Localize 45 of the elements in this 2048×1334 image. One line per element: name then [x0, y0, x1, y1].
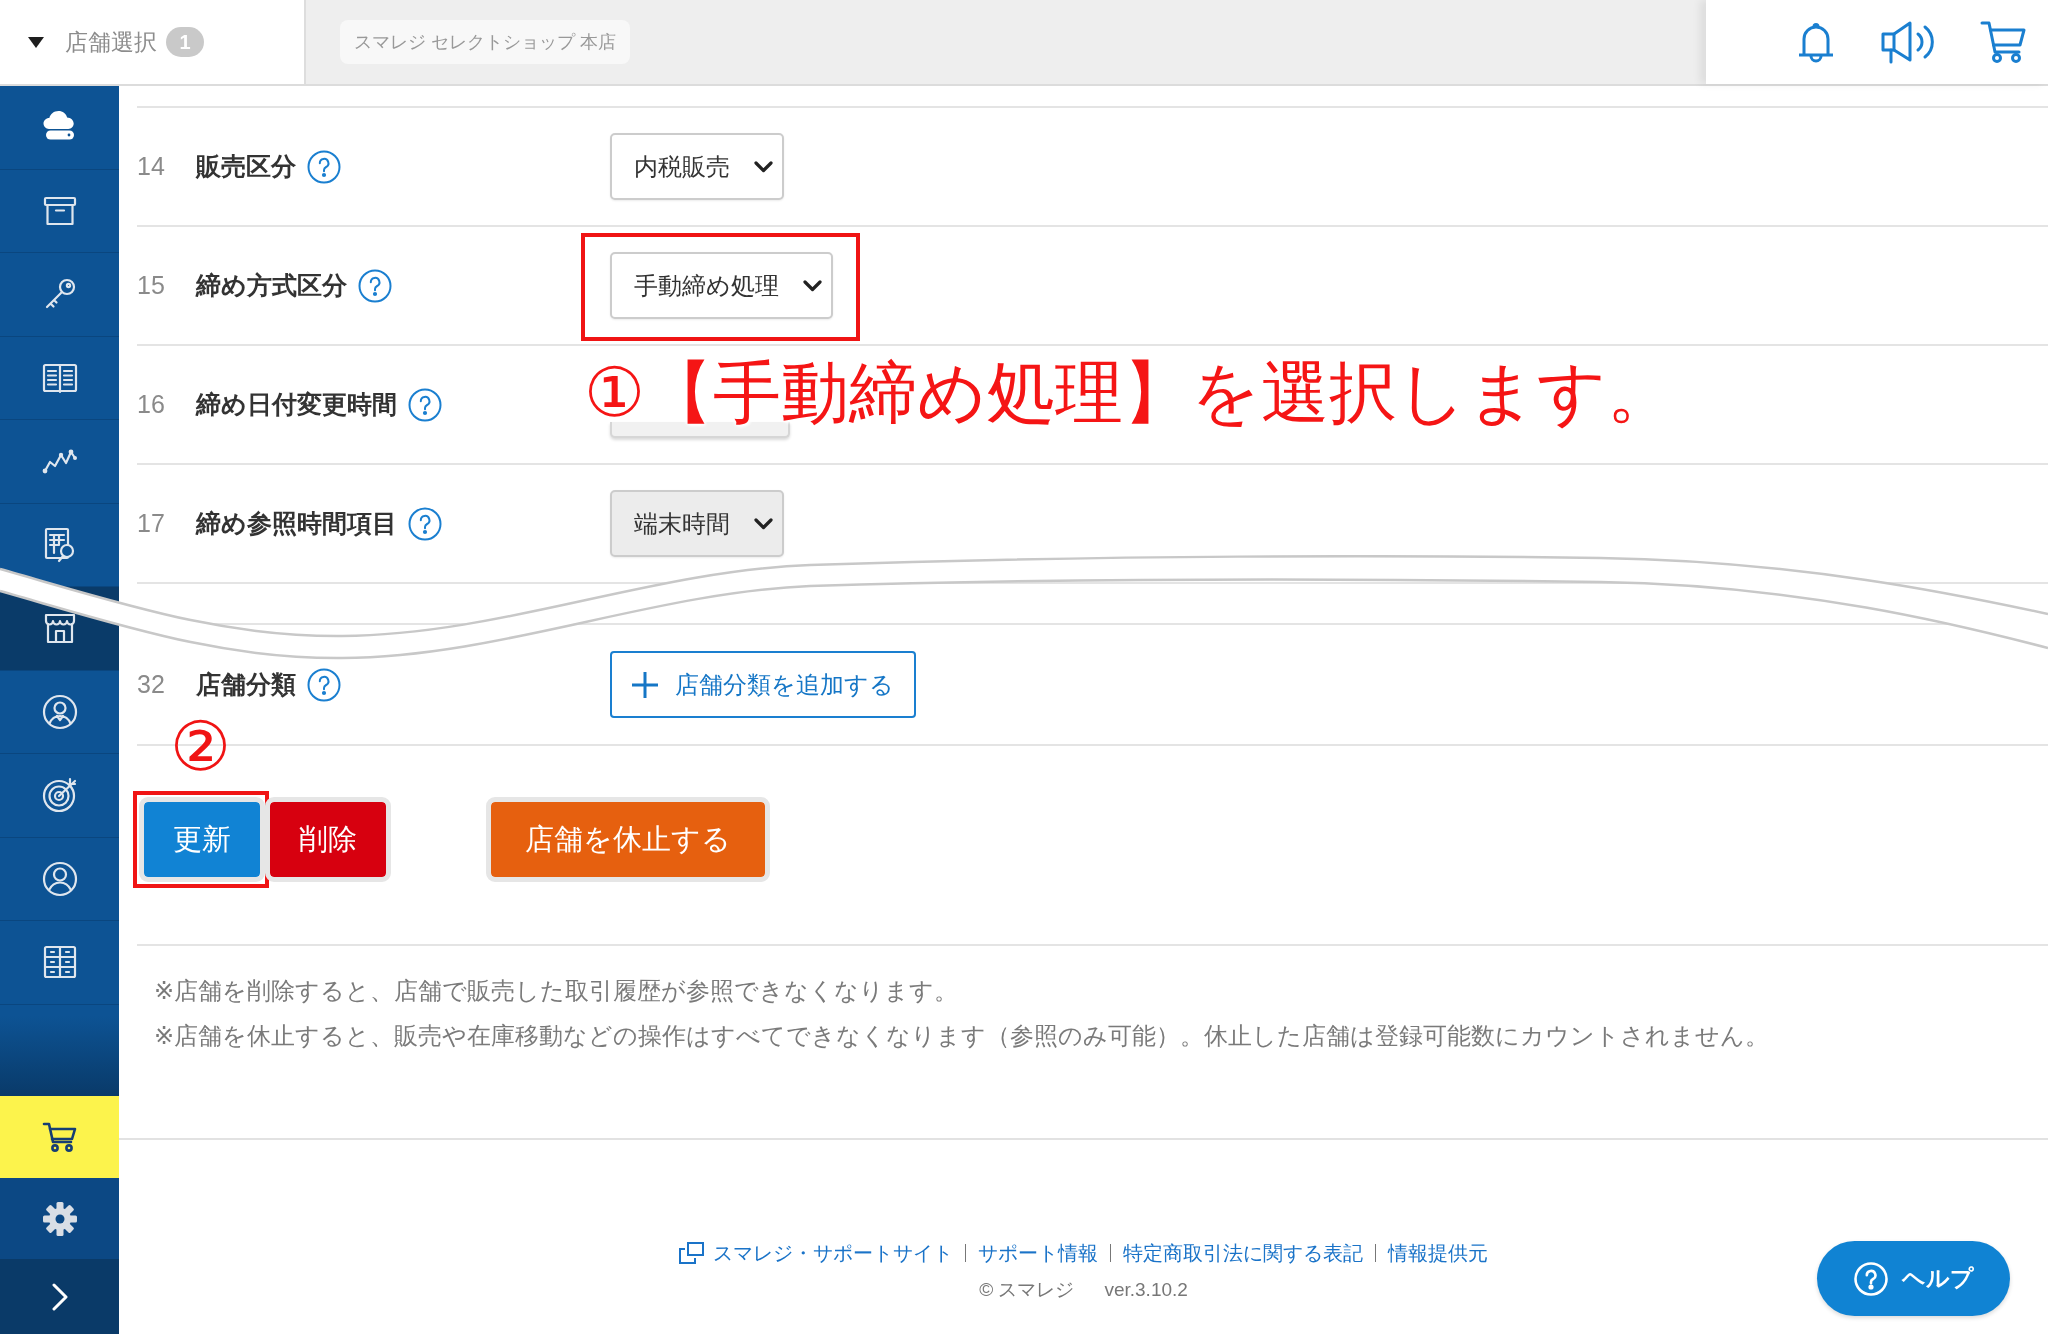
copyright-text: © スマレジ	[979, 1278, 1075, 1302]
warning-button[interactable]: 店舗を休止する	[486, 797, 770, 882]
footer-link[interactable]: 情報提供元	[1388, 1238, 1488, 1268]
add-button[interactable]: 店舗分類を追加する	[610, 651, 916, 718]
cart-icon[interactable]	[1980, 20, 2026, 64]
row-number: 14	[137, 152, 166, 181]
row-number: 15	[137, 271, 166, 300]
help-icon[interactable]	[408, 506, 442, 541]
row-number: 17	[137, 509, 166, 538]
note-text: ※店舗を削除すると、店舗で販売した取引履歴が参照できなくなります。	[154, 976, 960, 1006]
help-icon	[1853, 1261, 1888, 1296]
note-text: ※店舗を休止すると、販売や在庫移動などの操作はすべてできなくなります（参照のみ可能）。休止した店舗は登録可能数にカウントされません。	[154, 1021, 1771, 1051]
step-marker: ②	[170, 712, 231, 780]
help-icon[interactable]	[307, 667, 341, 702]
footer-link[interactable]: 特定商取引法に関する表記	[1123, 1238, 1363, 1268]
footer-link[interactable]: サポート情報	[978, 1238, 1098, 1268]
dropdown[interactable]: 手動締め処理	[610, 252, 833, 319]
gear-icon	[41, 1200, 78, 1237]
field-label: 販売区分	[196, 151, 296, 182]
dropdown[interactable]: 内税販売	[610, 133, 784, 200]
chevron-down-icon	[803, 279, 822, 292]
chevron-down-icon	[754, 517, 773, 530]
plus-icon	[632, 671, 658, 698]
field-label: 締め日付変更時間	[196, 389, 397, 420]
caret-icon	[28, 36, 44, 48]
help-button[interactable]: ヘルプ	[1817, 1241, 2010, 1316]
help-icon[interactable]	[358, 268, 392, 303]
help-icon[interactable]	[307, 149, 341, 184]
sidebar-item[interactable]	[0, 1178, 119, 1259]
danger-button[interactable]: 削除	[265, 797, 391, 882]
field-label: 締め方式区分	[196, 270, 347, 301]
chevron-down-icon	[754, 160, 773, 173]
primary-button[interactable]: 更新	[139, 797, 265, 882]
row-number: 16	[137, 390, 166, 419]
field-label: 店舗分類	[196, 669, 296, 700]
version-text: ver.3.10.2	[1104, 1278, 1188, 1302]
help-icon[interactable]	[408, 387, 442, 422]
footer-link[interactable]: スマレジ・サポートサイト	[679, 1238, 953, 1268]
chevron-right-icon	[51, 1282, 68, 1311]
sidebar-item[interactable]	[0, 1096, 119, 1178]
cart-icon	[41, 1121, 78, 1153]
row-number: 32	[137, 670, 166, 699]
current-store-label: スマレジ セレクトショップ 本店	[340, 20, 630, 64]
field-label: 締め参照時間項目	[196, 508, 397, 539]
megaphone-icon[interactable]	[1880, 20, 1936, 64]
